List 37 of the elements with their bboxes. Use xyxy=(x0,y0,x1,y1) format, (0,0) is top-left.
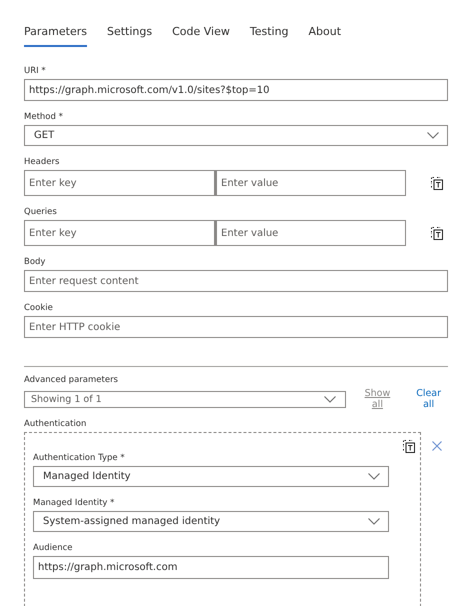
text-field[interactable]: https://graph.microsoft.com/v1.0/sites?$top=10 xyxy=(24,79,448,101)
field-label: Audience xyxy=(33,543,74,553)
section-label: Authentication xyxy=(24,419,88,429)
text-field[interactable]: Enter request content xyxy=(24,270,448,292)
tab[interactable]: Code View xyxy=(172,25,230,47)
delete-icon[interactable] xyxy=(431,176,443,190)
link[interactable]: Clear all xyxy=(409,388,448,410)
dropdown[interactable]: GET xyxy=(24,125,448,146)
delete-icon[interactable] xyxy=(403,440,415,453)
field-label: Queries xyxy=(24,207,58,217)
tab[interactable]: About xyxy=(308,25,342,47)
key-field[interactable]: Enter key xyxy=(24,170,215,196)
field-label: Cookie xyxy=(24,303,54,313)
tab[interactable]: Parameters xyxy=(24,25,87,47)
tab[interactable]: Testing xyxy=(250,25,289,47)
delete-icon[interactable] xyxy=(431,226,443,240)
field-label: Headers xyxy=(24,157,60,167)
key-field[interactable]: Enter key xyxy=(24,220,215,246)
dropdown[interactable]: Showing 1 of 1 xyxy=(24,390,346,408)
close-icon[interactable] xyxy=(432,441,442,451)
dropdown[interactable]: Managed Identity xyxy=(33,466,389,487)
chevron-down-icon xyxy=(368,518,380,525)
tab[interactable]: Settings xyxy=(106,25,152,47)
field-label: Authentication Type * xyxy=(33,453,126,463)
section-label: Advanced parameters xyxy=(24,375,119,385)
text-field[interactable]: Enter HTTP cookie xyxy=(24,316,448,338)
field-label: Body xyxy=(24,257,46,267)
chevron-down-icon xyxy=(368,473,380,480)
field-label: Managed Identity * xyxy=(33,498,116,508)
chevron-down-icon xyxy=(324,396,336,402)
chevron-down-icon xyxy=(427,132,439,139)
field-label: Method * xyxy=(24,112,64,122)
field-label: URI * xyxy=(24,66,47,76)
text-field[interactable]: https://graph.microsoft.com xyxy=(33,556,389,579)
dropdown[interactable]: System-assigned managed identity xyxy=(33,511,389,532)
value-field[interactable]: Enter value xyxy=(215,170,406,196)
value-field[interactable]: Enter value xyxy=(215,220,406,246)
